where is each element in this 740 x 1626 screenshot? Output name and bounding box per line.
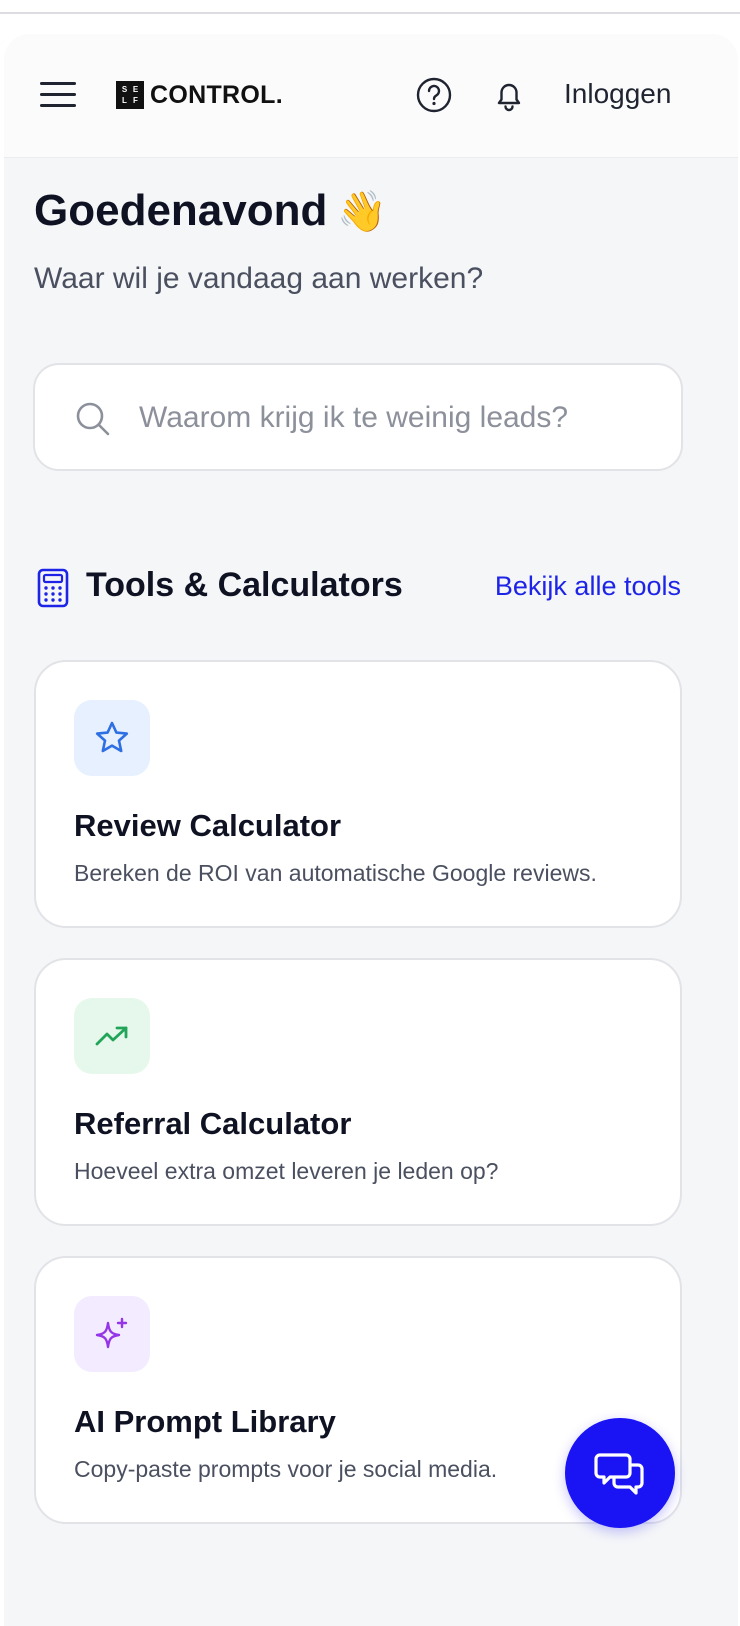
search-bar[interactable]: [33, 363, 683, 471]
tool-card-review-calculator[interactable]: Review Calculator Bereken de ROI van aut…: [34, 660, 682, 928]
view-all-tools-link[interactable]: Bekijk alle tools: [495, 571, 681, 602]
menu-icon[interactable]: [38, 78, 78, 112]
tool-card-referral-calculator[interactable]: Referral Calculator Hoeveel extra omzet …: [34, 958, 682, 1226]
greeting-subtitle: Waar wil je vandaag aan werken?: [34, 262, 484, 295]
trending-up-icon: [74, 998, 150, 1074]
tool-card-title: Referral Calculator: [74, 1106, 352, 1141]
tool-card-description: Bereken de ROI van automatische Google r…: [74, 860, 597, 886]
chat-bubbles-icon: [594, 1453, 644, 1495]
app-window: S E L F CONTROL. Inloggen Goedenavond 👋: [4, 34, 738, 1626]
help-icon[interactable]: [413, 74, 455, 116]
login-link[interactable]: Inloggen: [564, 78, 671, 110]
tools-section-header: Tools & Calculators Bekijk alle tools: [34, 564, 684, 612]
chat-button[interactable]: [565, 1418, 675, 1528]
search-input[interactable]: [139, 393, 659, 443]
star-icon: [74, 700, 150, 776]
calculator-icon: [37, 568, 69, 608]
greeting-text: Goedenavond: [34, 186, 328, 235]
sparkles-icon: [74, 1296, 150, 1372]
bell-icon[interactable]: [488, 74, 530, 116]
greeting-title: Goedenavond 👋: [34, 186, 387, 236]
logo[interactable]: S E L F CONTROL.: [116, 80, 283, 110]
logo-mark: S E L F: [116, 81, 144, 109]
search-icon: [76, 402, 110, 436]
tool-card-description: Copy-paste prompts voor je social media.: [74, 1456, 498, 1482]
tool-card-title: AI Prompt Library: [74, 1404, 336, 1439]
tool-card-title: Review Calculator: [74, 808, 342, 843]
waving-hand-icon: 👋: [337, 189, 388, 234]
tool-card-description: Hoeveel extra omzet leveren je leden op?: [74, 1158, 499, 1184]
logo-text: CONTROL.: [150, 80, 283, 109]
top-divider: [0, 12, 740, 14]
section-title: Tools & Calculators: [86, 566, 403, 604]
top-header: S E L F CONTROL. Inloggen: [4, 34, 738, 158]
